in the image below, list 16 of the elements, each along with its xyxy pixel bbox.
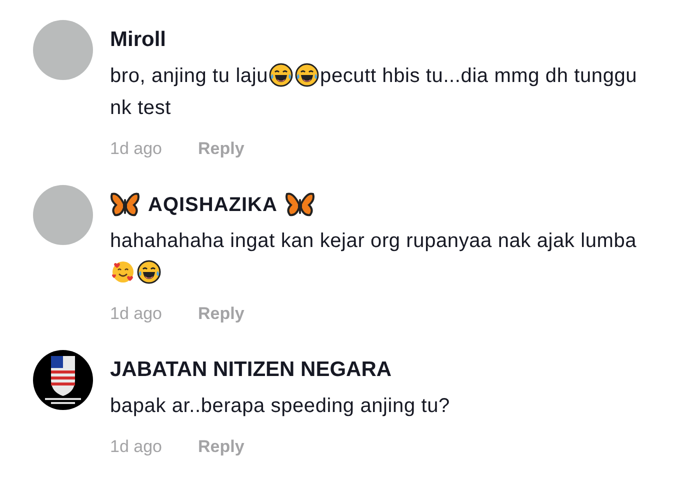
comment-text: bro, anjing tu laju pecutt hbis tu...dia mmg dh tunggu nk test	[110, 62, 638, 121]
laughing-emoji-icon	[269, 63, 294, 87]
timestamp: 1d ago	[110, 138, 162, 160]
username[interactable]: Miroll	[110, 24, 166, 56]
butterfly-icon	[285, 192, 316, 218]
username[interactable]: JABATAN NITIZEN NEGARA	[110, 354, 392, 386]
laughing-emoji-icon	[137, 260, 161, 284]
comment-text: bapak ar..berapa speeding anjing tu?	[110, 394, 451, 419]
avatar-logo-icon	[33, 350, 93, 410]
butterfly-icon	[110, 192, 140, 218]
comment-text: hahahahaha ingat kan kejar org rupanyaa nak ajak lumba	[110, 224, 640, 288]
timestamp: 1d ago	[110, 436, 162, 458]
username[interactable]: AQISHAZIKA	[148, 190, 278, 220]
timestamp: 1d ago	[110, 302, 162, 324]
smiling-face-with-hearts-icon	[111, 260, 135, 284]
laughing-emoji-icon	[295, 63, 320, 87]
